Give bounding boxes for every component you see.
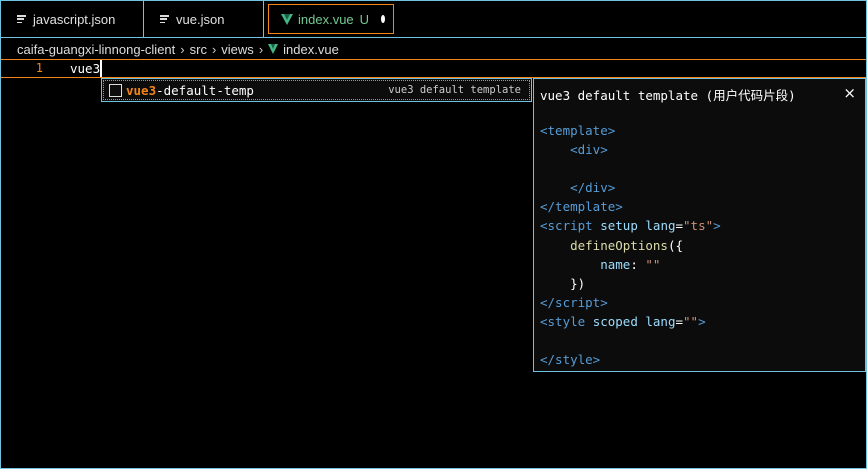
suggestion-details-panel: vue3 default template (用户代码片段) × <templa… (533, 78, 866, 372)
snippet-icon (109, 83, 122, 97)
vue-file-icon (268, 44, 279, 54)
line-content[interactable]: vue3 (70, 61, 100, 76)
breadcrumb-item[interactable]: caifa-guangxi-linnong-client (17, 42, 175, 57)
text-cursor (100, 60, 102, 77)
tab-index-vue[interactable]: index.vue U (268, 4, 394, 34)
suggestion-label: vue3-default-temp (126, 83, 254, 98)
breadcrumb-item[interactable]: index.vue (283, 42, 339, 57)
current-line[interactable]: 1 vue3 (1, 59, 866, 78)
code-line: </template> (540, 199, 623, 215)
vue-file-icon (281, 13, 293, 25)
code-line: <div> (540, 142, 608, 158)
suggestion-rest: -default-temp (156, 82, 254, 98)
json-file-icon (160, 15, 169, 23)
untracked-badge: U (359, 11, 370, 27)
suggestion-match: vue3 (126, 82, 157, 98)
tab-label: vue.json (176, 11, 225, 27)
breadcrumb-item[interactable]: src (190, 42, 207, 57)
suggestion-item[interactable]: vue3-default-temp vue3 default template (103, 80, 530, 100)
chevron-right-icon: › (180, 41, 185, 57)
code-line: </div> (540, 180, 616, 196)
suggest-widget: vue3-default-temp vue3 default template (101, 78, 532, 102)
code-line: }) (540, 275, 586, 291)
code-line: name: "" (540, 256, 661, 272)
chevron-right-icon: › (258, 41, 264, 57)
code-line: defineOptions({ (540, 237, 683, 253)
line-number: 1 (35, 61, 43, 75)
code-line: <template> (540, 123, 616, 138)
json-file-icon (17, 15, 26, 23)
snippet-preview: <template> <div> </div> </template> <scr… (540, 121, 721, 369)
tab-label: index.vue (298, 11, 354, 27)
tab-javascript-json[interactable]: javascript.json (1, 1, 144, 37)
tab-bar: javascript.json vue.json index.vue U (1, 1, 866, 38)
code-line: <style scoped lang=""> (540, 313, 706, 329)
code-line: <script setup lang="ts"> (540, 218, 721, 234)
tab-vue-json[interactable]: vue.json (144, 1, 264, 37)
breadcrumb-item[interactable]: views (221, 42, 254, 57)
suggestion-detail: vue3 default template (388, 84, 521, 96)
tab-label: javascript.json (33, 11, 116, 27)
unsaved-dot-icon[interactable] (381, 15, 385, 23)
code-line: </style> (540, 352, 601, 368)
chevron-right-icon: › (211, 41, 217, 57)
code-line: </script> (540, 294, 608, 310)
close-icon[interactable]: × (843, 84, 856, 102)
breadcrumb: caifa-guangxi-linnong-client › src › vie… (17, 39, 339, 59)
details-title: vue3 default template (用户代码片段) (540, 88, 796, 103)
